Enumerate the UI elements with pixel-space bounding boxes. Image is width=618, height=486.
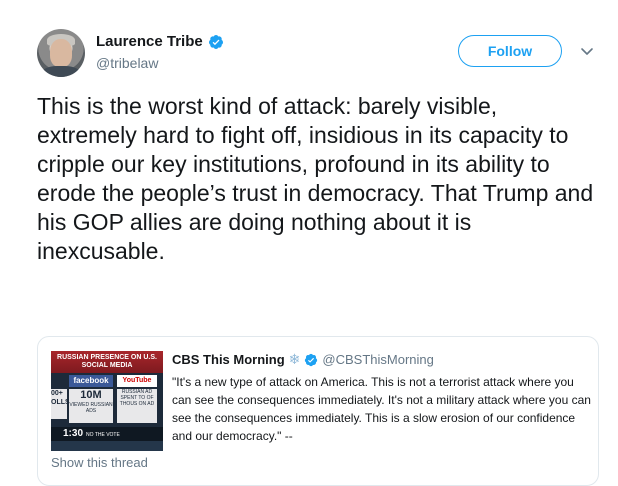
quoted-tweet-card[interactable]: RUSSIAN PRESENCE ON U.S. SOCIAL MEDIA fa… [37, 336, 599, 486]
thumbnail-clock-time: 1:30 [63, 428, 84, 439]
avatar-face [50, 39, 72, 67]
thumbnail-clock-sub: NO THE VOTE [86, 432, 120, 438]
quoted-display-name[interactable]: CBS This Morning [172, 352, 285, 367]
verified-badge-icon [208, 34, 223, 49]
quoted-video-thumbnail[interactable]: RUSSIAN PRESENCE ON U.S. SOCIAL MEDIA fa… [51, 351, 163, 451]
author-handle[interactable]: @tribelaw [96, 55, 158, 71]
author-display-name[interactable]: Laurence Tribe [96, 33, 203, 50]
follow-button[interactable]: Follow [458, 35, 562, 67]
verified-badge-icon [305, 353, 318, 366]
avatar[interactable] [37, 29, 85, 77]
thumbnail-clock: 1:30 NO THE VOTE [51, 427, 163, 441]
thumbnail-youtube-label: YouTube [117, 375, 157, 387]
snowflake-icon: ❄ [288, 351, 301, 367]
quoted-tweet-text: "It's a new type of attack on America. T… [172, 375, 591, 443]
quoted-handle[interactable]: @CBSThisMorning [322, 352, 433, 367]
thumbnail-right-panel: RUSSIAN AD SPENT TO OF THOUS ON AD [117, 389, 157, 423]
quoted-author-row: CBS This Morning ❄ @CBSThisMorning [172, 351, 434, 368]
show-thread-link[interactable]: Show this thread [51, 455, 148, 470]
thumbnail-stat-big: 10M [80, 389, 102, 401]
avatar-shirt [41, 66, 81, 77]
tweet-text: This is the worst kind of attack: barely… [37, 93, 594, 264]
thumbnail-banner: RUSSIAN PRESENCE ON U.S. SOCIAL MEDIA [51, 351, 163, 373]
thumbnail-left-panel: 00+ OLLS [51, 389, 70, 419]
thumbnail-facebook-label: facebook [69, 375, 113, 387]
thumbnail-stat-small: VIEWED RUSSIAN ADS [69, 402, 113, 414]
thumbnail-ticker [51, 441, 163, 451]
thumbnail-stat-panel: 10M VIEWED RUSSIAN ADS [69, 389, 113, 423]
chevron-down-icon[interactable] [580, 44, 594, 58]
author-name-row: Laurence Tribe [96, 33, 224, 50]
